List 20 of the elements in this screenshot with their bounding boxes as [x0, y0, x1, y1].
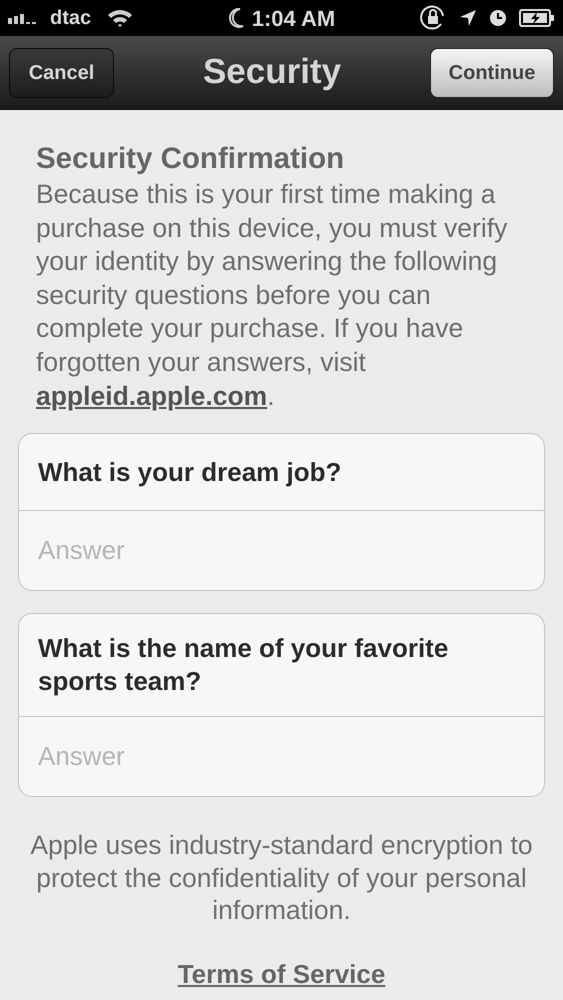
- moon-icon: [228, 8, 244, 28]
- screen-title: Security: [202, 51, 342, 94]
- carrier-name: dtac: [50, 6, 92, 31]
- wifi-icon: [107, 8, 134, 28]
- location-icon: [459, 9, 477, 27]
- answer-field[interactable]: Answer: [18, 717, 545, 798]
- clock-time: 1:04 AM: [252, 4, 336, 32]
- appleid-link[interactable]: appleid.apple.com: [36, 380, 268, 411]
- encryption-note: Apple uses industry-standard encryption to protect the confidentiality of your personal information.: [29, 829, 534, 927]
- question-label: What is the name of your favorite sports team?: [38, 632, 450, 698]
- continue-button[interactable]: Continue: [430, 48, 554, 98]
- rotation-lock-icon: [419, 4, 447, 32]
- intro-paragraph: Because this is your first time making a purchase on this device, you must verify your identity by answering the following security questions before you can complete your purchase. If you have forgotten your answers, visit appleid.apple.com.: [36, 178, 508, 413]
- section-heading: Security Confirmation: [36, 142, 346, 176]
- battery-icon: [519, 9, 555, 27]
- answer-field[interactable]: Answer: [18, 511, 545, 592]
- terms-of-service-link[interactable]: Terms of Service: [178, 954, 386, 994]
- question-label: What is your dream job?: [38, 456, 342, 489]
- cancel-button[interactable]: Cancel: [9, 48, 114, 98]
- alarm-icon: [489, 9, 507, 27]
